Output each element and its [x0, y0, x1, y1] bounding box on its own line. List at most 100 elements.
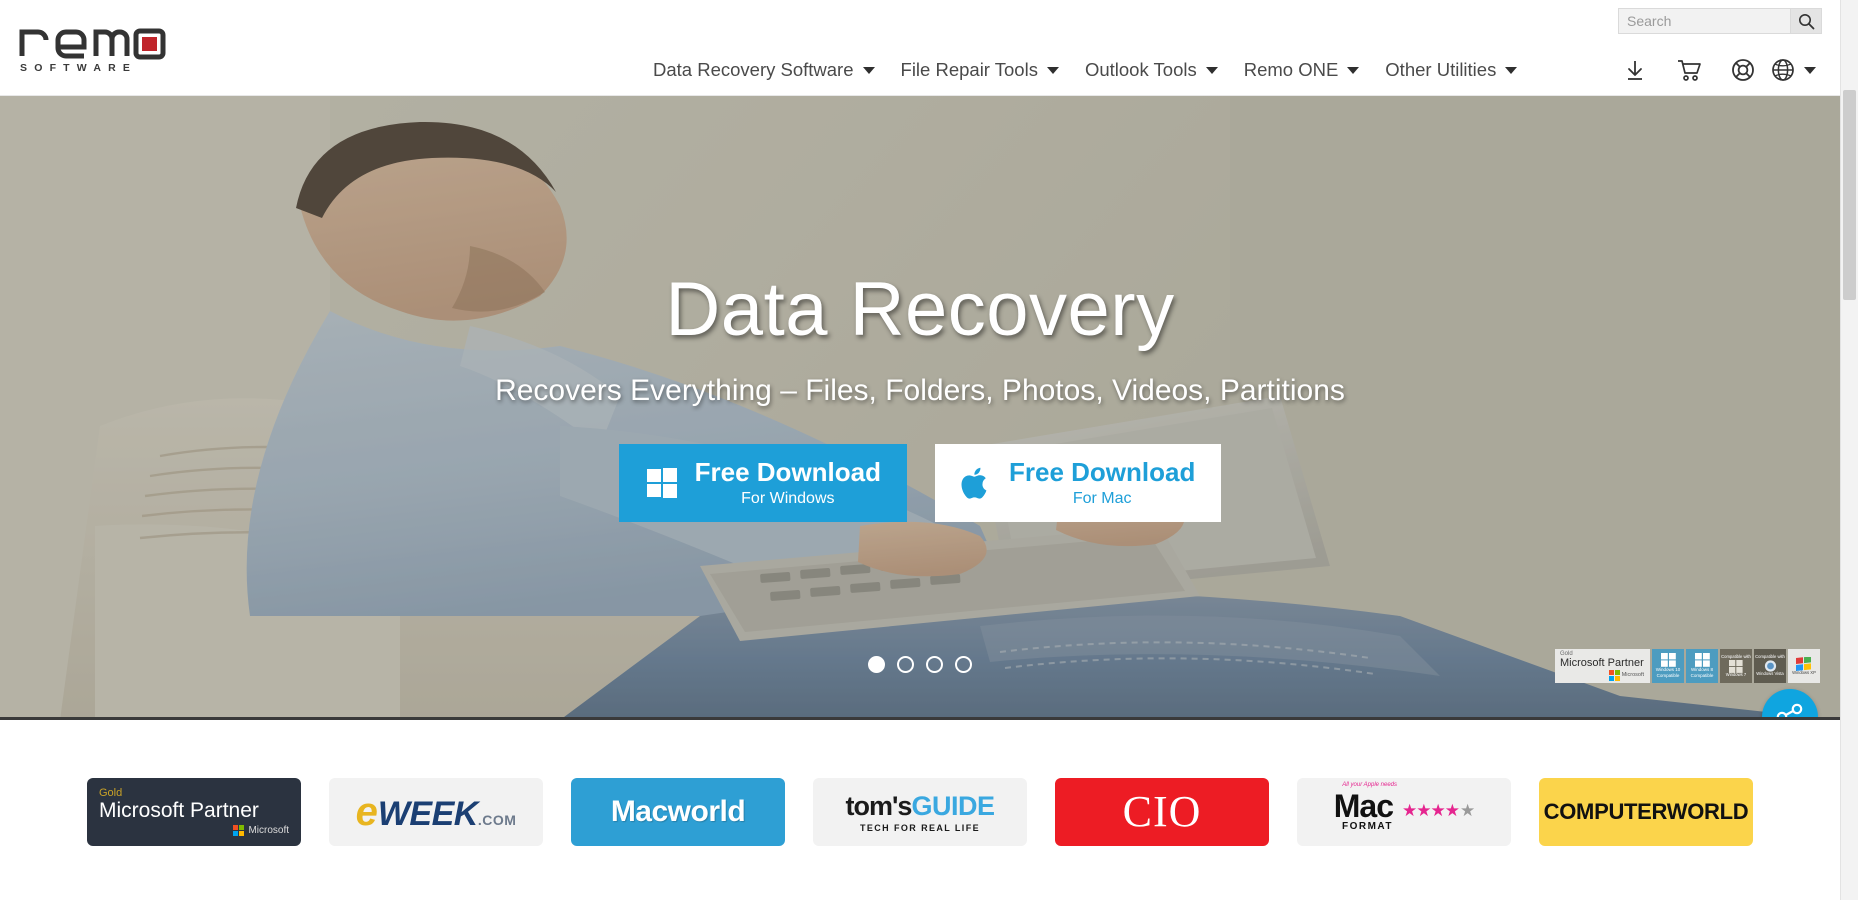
toms-label: tom's	[845, 790, 913, 821]
windows-logo-icon	[646, 468, 677, 499]
support-button[interactable]	[1716, 44, 1770, 96]
nav-item-remo-one[interactable]: Remo ONE	[1231, 44, 1373, 96]
shopping-cart-icon	[1678, 60, 1701, 81]
download-button[interactable]	[1608, 44, 1662, 96]
badge-os-label: Windows Vista	[1756, 671, 1784, 676]
badge-os-label: Windows XP	[1792, 669, 1816, 675]
badge-compat-label: Compatible	[1656, 673, 1680, 678]
language-selector[interactable]	[1770, 44, 1822, 96]
carousel-dot-4[interactable]	[955, 656, 972, 673]
button-main-label: Free Download	[1009, 457, 1196, 487]
top-utility-bar	[0, 0, 1840, 44]
gold-label: Gold	[99, 787, 123, 800]
badge-vendor-label: Microsoft	[1560, 669, 1644, 681]
toms-tagline: TECH FOR REAL LIFE	[859, 822, 981, 833]
stars-filled: ★★★★	[1402, 801, 1460, 821]
free-download-mac-button[interactable]: Free Download For Mac	[935, 444, 1222, 523]
site-header: SOFTWARE Data Recovery Software File Rep…	[0, 0, 1840, 96]
carousel-dot-1[interactable]	[868, 656, 885, 673]
button-text: Free Download For Windows	[694, 457, 881, 508]
press-logo-strip: Gold Microsoft Partner Microsoft e WEEK …	[0, 723, 1840, 900]
eweek-com: .COM	[477, 811, 517, 828]
eweek-wordmark: e WEEK .COM	[356, 792, 517, 832]
header-icon-group	[1608, 44, 1822, 96]
press-logo-macworld[interactable]: Macworld	[571, 777, 785, 846]
hero-cta-group: Free Download For Windows Free Download …	[618, 444, 1222, 523]
nav-item-outlook-tools[interactable]: Outlook Tools	[1072, 44, 1231, 96]
chevron-down-icon	[862, 66, 875, 74]
badge-os-label: Windows 7	[1725, 671, 1747, 677]
press-logo-cio[interactable]: CIO	[1055, 777, 1269, 846]
badge-windows-xp: Windows XP	[1788, 649, 1820, 683]
rating-stars: ★★★★ ★	[1402, 801, 1475, 821]
globe-language-icon	[1772, 59, 1794, 81]
windows-flag-icon	[1729, 659, 1743, 673]
chevron-down-icon	[1804, 66, 1816, 74]
free-download-windows-button[interactable]: Free Download For Windows	[618, 444, 907, 523]
badge-windows-7: Compatible with Windows 7	[1720, 649, 1752, 683]
support-lifebuoy-icon	[1732, 59, 1754, 81]
carousel-dot-3[interactable]	[926, 656, 943, 673]
vendor-label: Microsoft	[248, 824, 289, 836]
press-logo-eweek[interactable]: e WEEK .COM	[329, 777, 543, 846]
carousel-dot-2[interactable]	[897, 656, 914, 673]
mac-label: Mac	[1333, 787, 1394, 824]
nav-label: File Repair Tools	[900, 59, 1038, 80]
chevron-down-icon	[1046, 66, 1059, 74]
badge-partner-label: Microsoft Partner	[1560, 657, 1644, 670]
star-half: ★	[1459, 801, 1475, 821]
search-bar	[1618, 8, 1822, 34]
windows-flag-icon	[1796, 656, 1811, 671]
microsoft-squares-icon	[1608, 669, 1620, 681]
vertical-scrollbar[interactable]	[1840, 0, 1858, 900]
apple-logo-icon	[961, 467, 987, 499]
page-root: SOFTWARE Data Recovery Software File Rep…	[0, 0, 1858, 900]
nav-item-file-repair-tools[interactable]: File Repair Tools	[888, 44, 1072, 96]
macformat-wordmark: All your Apple needs Mac FORMAT ★★★★ ★	[1333, 782, 1475, 833]
windows-logo-icon	[1660, 653, 1676, 667]
logo-tagline: SOFTWARE	[20, 62, 138, 74]
share-nodes-icon	[1776, 703, 1803, 717]
nav-item-other-utilities[interactable]: Other Utilities	[1372, 44, 1530, 96]
press-logo-macformat[interactable]: All your Apple needs Mac FORMAT ★★★★ ★	[1297, 777, 1511, 846]
press-logo-computerworld[interactable]: COMPUTERWORLD	[1539, 777, 1753, 846]
search-submit-button[interactable]	[1790, 8, 1822, 34]
button-main-label: Free Download	[694, 457, 881, 487]
main-navigation: Data Recovery Software File Repair Tools…	[640, 44, 1530, 96]
cart-button[interactable]	[1662, 44, 1716, 96]
site-logo[interactable]: SOFTWARE	[18, 20, 173, 76]
chevron-down-icon	[1505, 66, 1518, 74]
hero-subtitle: Recovers Everything – Files, Folders, Ph…	[495, 374, 1345, 407]
toms-guide-wordmark: tom's GUIDE TECH FOR REAL LIFE	[846, 791, 995, 833]
hero-carousel: Data Recovery Recovers Everything – File…	[0, 96, 1840, 720]
chevron-down-icon	[1205, 66, 1218, 74]
nav-label: Remo ONE	[1243, 59, 1339, 80]
press-logo-toms-guide[interactable]: tom's GUIDE TECH FOR REAL LIFE	[813, 777, 1027, 846]
badge-windows-10: Windows 10 Compatible	[1652, 649, 1684, 683]
computerworld-wordmark: COMPUTERWORLD	[1543, 798, 1749, 824]
search-input[interactable]	[1618, 8, 1790, 34]
partner-label: Microsoft Partner	[99, 799, 259, 823]
nav-item-data-recovery-software[interactable]: Data Recovery Software	[640, 44, 888, 96]
press-logo-microsoft-partner[interactable]: Gold Microsoft Partner Microsoft	[87, 777, 301, 846]
remo-logo-icon	[19, 28, 166, 60]
nav-label: Outlook Tools	[1084, 59, 1197, 80]
download-icon	[1628, 61, 1642, 80]
macformat-tagline: All your Apple needs	[1342, 781, 1398, 788]
search-icon	[1798, 13, 1814, 29]
guide-label: GUIDE	[911, 790, 995, 821]
eweek-week: WEEK	[377, 794, 479, 833]
eweek-e: e	[355, 789, 378, 834]
microsoft-squares-icon	[233, 824, 245, 836]
chevron-down-icon	[1347, 66, 1360, 74]
hero-compatibility-badges: Gold Microsoft Partner Microsoft Windows…	[1555, 649, 1820, 683]
hero-content: Data Recovery Recovers Everything – File…	[0, 96, 1840, 717]
windows-logo-icon	[1694, 653, 1710, 667]
nav-label: Other Utilities	[1385, 59, 1497, 80]
nav-label: Data Recovery Software	[653, 59, 854, 80]
microsoft-vendor-row: Microsoft	[233, 824, 289, 836]
scrollbar-thumb[interactable]	[1843, 90, 1856, 300]
badge-compat-label: Compatible	[1690, 673, 1714, 678]
format-label: FORMAT	[1341, 821, 1394, 833]
hero-title: Data Recovery	[665, 267, 1175, 352]
